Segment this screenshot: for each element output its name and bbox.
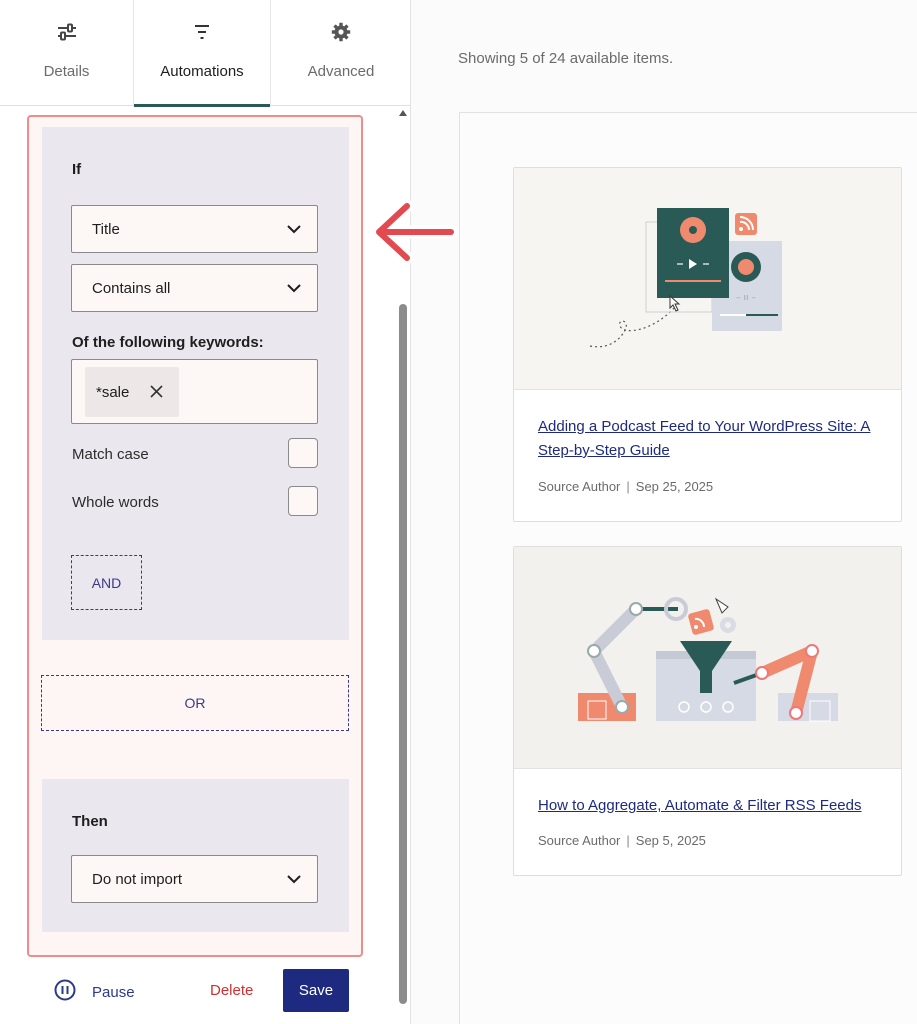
tab-automations[interactable]: Automations (133, 0, 271, 107)
whole-words-label: Whole words (72, 494, 159, 511)
sliders-icon (56, 21, 78, 43)
feed-item-meta: Source Author | Sep 5, 2025 (538, 833, 706, 848)
annotation-arrow-icon (367, 196, 459, 273)
keyword-chip: *sale (85, 367, 179, 417)
keywords-input[interactable]: *sale (71, 359, 318, 424)
scroll-up-arrow-icon[interactable] (399, 110, 407, 116)
add-or-group-button[interactable]: OR (41, 675, 349, 731)
tab-details[interactable]: Details (0, 0, 133, 106)
action-select-value: Do not import (92, 870, 183, 888)
feed-item-card: – ıı – Adding a Podcast Feed to Your Wor… (513, 167, 902, 522)
items-count-text: Showing 5 of 24 available items. (458, 50, 674, 67)
condition-select[interactable]: Contains all (71, 264, 318, 312)
field-select-value: Title (92, 220, 120, 238)
sidebar-panel: Details Automations Advanced If Title Co… (0, 0, 411, 1024)
chevron-down-icon (287, 872, 301, 890)
pause-icon (54, 979, 76, 1005)
gear-icon (331, 21, 351, 43)
chevron-down-icon (287, 222, 301, 240)
feed-item-date: Sep 25, 2025 (635, 479, 714, 494)
tab-label: Automations (160, 63, 244, 80)
feed-item-author: Source Author (538, 833, 621, 848)
then-heading: Then (72, 813, 108, 830)
if-heading: If (72, 161, 82, 178)
scrollbar-thumb[interactable] (399, 304, 407, 1004)
save-button[interactable]: Save (283, 969, 349, 1012)
feed-item-meta: Source Author | Sep 25, 2025 (538, 479, 713, 494)
match-case-label: Match case (72, 446, 149, 463)
whole-words-checkbox[interactable] (288, 486, 318, 516)
feed-item-title-link[interactable]: Adding a Podcast Feed to Your WordPress … (538, 415, 883, 463)
add-and-condition-button[interactable]: AND (71, 555, 142, 610)
keyword-chip-label: *sale (96, 383, 130, 401)
feed-item-title-link[interactable]: How to Aggregate, Automate & Filter RSS … (538, 794, 883, 818)
chevron-down-icon (287, 281, 301, 299)
tab-advanced[interactable]: Advanced (271, 0, 411, 106)
feed-item-author: Source Author (538, 479, 621, 494)
filter-icon (193, 21, 211, 43)
tab-bar: Details Automations Advanced (0, 0, 411, 107)
field-select[interactable]: Title (71, 205, 318, 253)
pause-button[interactable]: Pause (54, 977, 135, 1007)
rss-automation-illustration (514, 547, 901, 769)
tab-label: Advanced (307, 63, 375, 80)
action-select[interactable]: Do not import (71, 855, 318, 903)
svg-text:– ıı –: – ıı – (736, 293, 756, 303)
feed-item-date: Sep 5, 2025 (635, 833, 706, 848)
match-case-checkbox[interactable] (288, 438, 318, 468)
delete-button[interactable]: Delete (210, 982, 253, 999)
podcast-illustration: – ıı – (514, 168, 901, 390)
meta-separator: | (626, 479, 630, 494)
feed-item-card: How to Aggregate, Automate & Filter RSS … (513, 546, 902, 876)
meta-separator: | (626, 833, 630, 848)
tab-label: Details (43, 63, 90, 80)
keywords-label: Of the following keywords: (72, 334, 264, 351)
pause-label: Pause (92, 983, 135, 1001)
condition-select-value: Contains all (92, 279, 171, 297)
close-icon[interactable] (150, 385, 163, 402)
